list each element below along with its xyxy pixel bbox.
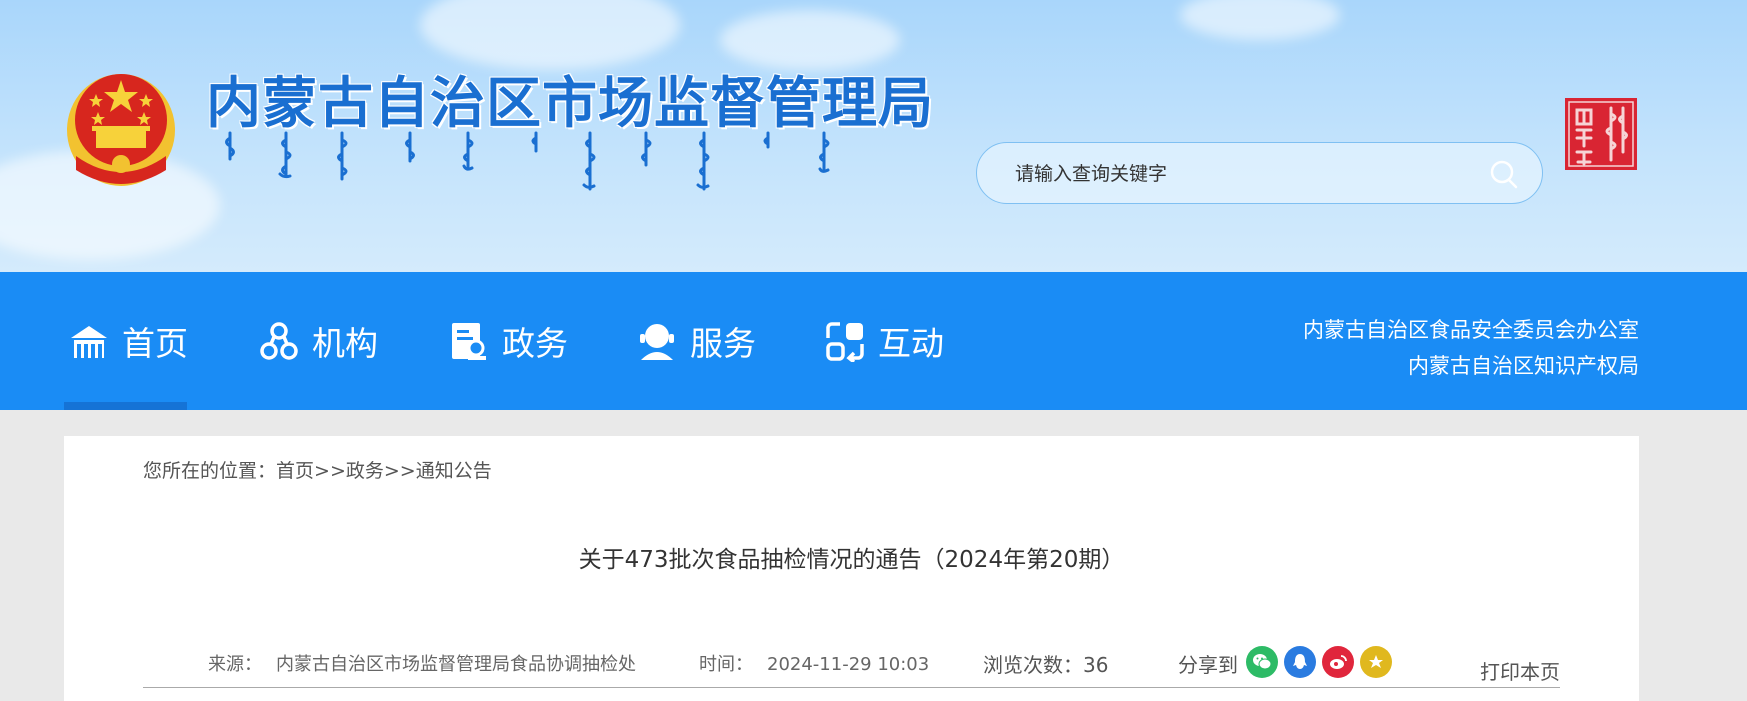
nav-item-service[interactable]: 服务 (636, 272, 756, 410)
service-icon (640, 321, 674, 360)
views-label: 浏览次数： (983, 653, 1083, 677)
nav-item-home[interactable]: 首页 (68, 272, 188, 410)
nav-item-interaction[interactable]: 互动 (824, 272, 944, 410)
organization-icon (260, 322, 298, 360)
article-time: 时间： 2024-11-29 10:03 (699, 650, 929, 676)
time-value: 2024-11-29 10:03 (767, 654, 930, 675)
views-value: 36 (1083, 653, 1109, 677)
article-meta: 来源： 内蒙古自治区市场监督管理局食品协调抽检处 时间： 2024-11-29 10… (143, 646, 1560, 688)
nav-item-label: 首页 (122, 324, 188, 363)
wechat-icon (1253, 654, 1272, 670)
home-icon (71, 326, 107, 358)
search-box (976, 142, 1543, 204)
nav-item-label: 政务 (502, 324, 568, 363)
search-icon[interactable] (1489, 159, 1519, 189)
article-panel: 您所在的位置：首页>>政务>>通知公告 关于473批次食品抽检情况的通告（202… (64, 436, 1639, 701)
share-label: 分享到 (1178, 653, 1238, 677)
government-affairs-icon (452, 323, 486, 360)
share-qq-button[interactable] (1284, 646, 1316, 678)
nav-item-organization[interactable]: 机构 (258, 272, 378, 410)
nav-item-label: 服务 (690, 324, 756, 363)
qq-icon (1293, 654, 1307, 669)
breadcrumb-separator: >> (314, 460, 346, 482)
breadcrumb-separator: >> (383, 460, 416, 482)
article-views: 浏览次数：36 (983, 649, 1108, 678)
source-value: 内蒙古自治区市场监督管理局食品协调抽检处 (276, 654, 636, 675)
mongolian-seal-icon (1565, 98, 1637, 170)
source-label: 来源： (208, 654, 262, 675)
breadcrumb-prefix: 您所在的位置： (143, 460, 277, 482)
nav-item-label: 机构 (312, 324, 378, 363)
header-banner: 内蒙古自治区市场监督管理局 (0, 0, 1747, 272)
print-button[interactable]: 打印本页 (1480, 656, 1560, 685)
link-food-safety-office[interactable]: 内蒙古自治区食品安全委员会办公室 (1303, 312, 1639, 348)
national-emblem-icon (67, 74, 175, 186)
breadcrumb-home[interactable]: 首页 (276, 460, 314, 482)
mongolian-script-title (225, 131, 830, 191)
article-title: 关于473批次食品抽检情况的通告（2024年第20期） (578, 547, 1125, 573)
time-label: 时间： (699, 654, 753, 675)
breadcrumb-notices[interactable]: 通知公告 (416, 460, 492, 482)
nav-item-government-affairs[interactable]: 政务 (448, 272, 568, 410)
nav-active-indicator (64, 402, 187, 410)
search-input[interactable] (1015, 159, 1455, 189)
side-links: 内蒙古自治区食品安全委员会办公室 内蒙古自治区知识产权局 (1303, 312, 1639, 384)
share-weibo-button[interactable] (1322, 646, 1354, 678)
share-bar: 分享到 (1178, 649, 1238, 678)
nav-item-label: 互动 (878, 324, 944, 363)
interaction-icon (826, 322, 864, 362)
article-source: 来源： 内蒙古自治区市场监督管理局食品协调抽检处 (208, 650, 636, 676)
qzone-star-icon (1369, 655, 1383, 668)
site-title: 内蒙古自治区市场监督管理局 (206, 71, 935, 135)
share-qzone-button[interactable] (1360, 646, 1392, 678)
breadcrumb-government-affairs[interactable]: 政务 (346, 460, 384, 482)
share-wechat-button[interactable] (1246, 646, 1278, 678)
link-intellectual-property-office[interactable]: 内蒙古自治区知识产权局 (1303, 348, 1639, 384)
weibo-icon (1330, 655, 1347, 669)
breadcrumb: 您所在的位置：首页>>政务>>通知公告 (143, 456, 492, 483)
